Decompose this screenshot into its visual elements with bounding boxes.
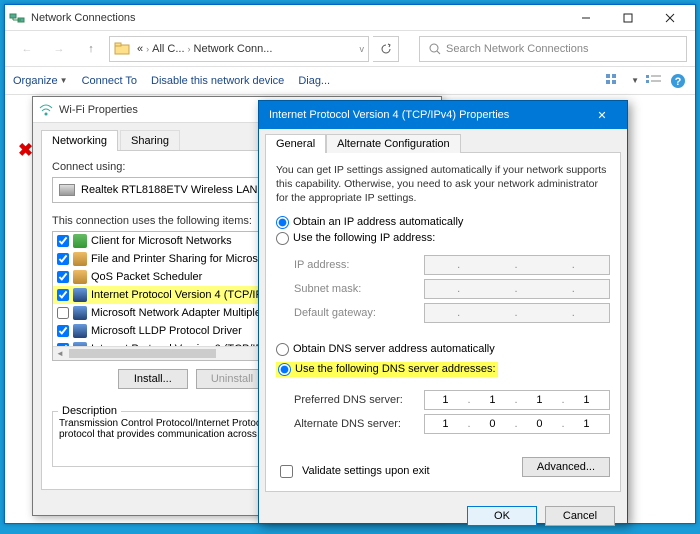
crumb-leaf[interactable]: Network Conn...	[191, 43, 276, 55]
view-list-icon[interactable]	[645, 73, 663, 89]
component-icon	[73, 288, 87, 302]
svg-text:?: ?	[675, 76, 682, 88]
validate-checkbox[interactable]	[280, 465, 293, 478]
address-bar[interactable]: « › All C... › Network Conn... v	[109, 36, 369, 62]
ipv4-tab-body: You can get IP settings assigned automat…	[265, 152, 621, 492]
ipv4-titlebar[interactable]: Internet Protocol Version 4 (TCP/IPv4) P…	[259, 101, 627, 129]
connect-to-button[interactable]: Connect To	[82, 75, 137, 87]
search-icon	[428, 42, 442, 56]
ipv4-intro-text: You can get IP settings assigned automat…	[276, 163, 610, 206]
forward-button[interactable]: →	[45, 35, 73, 63]
item-checkbox[interactable]	[57, 289, 69, 301]
validate-checkbox-row[interactable]: Validate settings upon exit	[276, 462, 522, 481]
up-button[interactable]: ↑	[77, 35, 105, 63]
subnet-mask-label: Subnet mask:	[294, 283, 424, 295]
organize-menu[interactable]: Organize ▼	[13, 75, 68, 87]
command-bar: Organize ▼ Connect To Disable this netwo…	[5, 67, 695, 95]
tab-general[interactable]: General	[265, 134, 326, 153]
item-label: Client for Microsoft Networks	[91, 235, 232, 247]
search-placeholder: Search Network Connections	[446, 43, 588, 55]
refresh-icon	[380, 43, 392, 55]
minimize-button[interactable]	[565, 6, 607, 30]
item-checkbox[interactable]	[57, 271, 69, 283]
gateway-label: Default gateway:	[294, 307, 424, 319]
tab-networking[interactable]: Networking	[41, 130, 118, 151]
component-icon	[73, 234, 87, 248]
advanced-button[interactable]: Advanced...	[522, 457, 610, 477]
tab-sharing[interactable]: Sharing	[120, 130, 180, 151]
main-titlebar[interactable]: Network Connections	[5, 5, 695, 31]
tab-alternate-config[interactable]: Alternate Configuration	[326, 134, 461, 153]
item-label: Internet Protocol Version 4 (TCP/IPv4)	[91, 289, 278, 301]
item-label: QoS Packet Scheduler	[91, 271, 202, 283]
alt-dns-label: Alternate DNS server:	[294, 418, 424, 430]
chevron-down-icon: ▼	[60, 76, 68, 85]
gateway-input: ...	[424, 303, 610, 323]
ip-manual-radio[interactable]: Use the following IP address:	[276, 232, 610, 245]
install-button[interactable]: Install...	[118, 369, 188, 389]
pref-dns-label: Preferred DNS server:	[294, 394, 424, 406]
dns-auto-radio[interactable]: Obtain DNS server address automatically	[276, 343, 610, 356]
component-icon	[73, 306, 87, 320]
navigation-row: ← → ↑ « › All C... › Network Conn... v S…	[5, 31, 695, 67]
ip-address-group: IP address:... Subnet mask:... Default g…	[276, 249, 610, 333]
component-icon	[73, 270, 87, 284]
ipv4-properties-dialog: Internet Protocol Version 4 (TCP/IPv4) P…	[258, 100, 628, 524]
ok-button[interactable]: OK	[467, 506, 537, 526]
description-label: Description	[58, 405, 121, 417]
help-icon[interactable]: ?	[669, 72, 687, 90]
dns-manual-radio-input[interactable]	[278, 363, 291, 376]
adapter-name: Realtek RTL8188ETV Wireless LAN 802.	[81, 184, 282, 196]
close-button[interactable]	[649, 6, 691, 30]
ipv4-dialog-buttons: OK Cancel	[259, 498, 627, 534]
maximize-button[interactable]	[607, 6, 649, 30]
item-label: Microsoft LLDP Protocol Driver	[91, 325, 242, 337]
scroll-left-icon[interactable]: ◄	[53, 347, 67, 360]
pref-dns-input[interactable]: 1. 1. 1. 1	[424, 390, 610, 410]
item-checkbox[interactable]	[57, 235, 69, 247]
main-title: Network Connections	[31, 12, 565, 24]
crumb-root[interactable]: «	[134, 43, 146, 55]
ip-manual-radio-input[interactable]	[276, 232, 289, 245]
ip-auto-radio[interactable]: Obtain an IP address automatically	[276, 216, 610, 229]
back-button[interactable]: ←	[13, 35, 41, 63]
component-icon	[73, 252, 87, 266]
ipv4-tabs: General Alternate Configuration	[259, 129, 627, 152]
disable-device-button[interactable]: Disable this network device	[151, 75, 284, 87]
component-icon	[73, 324, 87, 338]
search-input[interactable]: Search Network Connections	[419, 36, 687, 62]
ip-address-label: IP address:	[294, 259, 424, 271]
dns-group: Preferred DNS server: 1. 1. 1. 1 Alterna…	[276, 384, 610, 444]
dns-manual-radio[interactable]: Use the following DNS server addresses:	[276, 362, 498, 377]
scroll-thumb[interactable]	[69, 349, 216, 358]
adapter-icon	[59, 184, 75, 196]
ipv4-title: Internet Protocol Version 4 (TCP/IPv4) P…	[269, 109, 587, 121]
item-checkbox[interactable]	[57, 325, 69, 337]
ipv4-close-button[interactable]: ✕	[587, 103, 617, 127]
crumb-all[interactable]: All C...	[149, 43, 187, 55]
item-checkbox[interactable]	[57, 307, 69, 319]
cancel-button[interactable]: Cancel	[545, 506, 615, 526]
chevron-down-icon[interactable]: ▼	[631, 76, 639, 85]
folder-icon	[114, 41, 130, 57]
network-icon	[9, 10, 25, 26]
ip-address-input: ...	[424, 255, 610, 275]
dns-auto-radio-input[interactable]	[276, 343, 289, 356]
alt-dns-input[interactable]: 1. 0. 0. 1	[424, 414, 610, 434]
disabled-x-icon: ✖	[18, 140, 33, 161]
diagnose-button[interactable]: Diag...	[298, 75, 330, 87]
ip-auto-radio-input[interactable]	[276, 216, 289, 229]
subnet-mask-input: ...	[424, 279, 610, 299]
chevron-down-icon[interactable]: v	[360, 44, 365, 54]
item-checkbox[interactable]	[57, 253, 69, 265]
wifi-icon	[39, 103, 53, 117]
refresh-button[interactable]	[373, 36, 399, 62]
view-tiles-icon[interactable]	[605, 73, 625, 89]
